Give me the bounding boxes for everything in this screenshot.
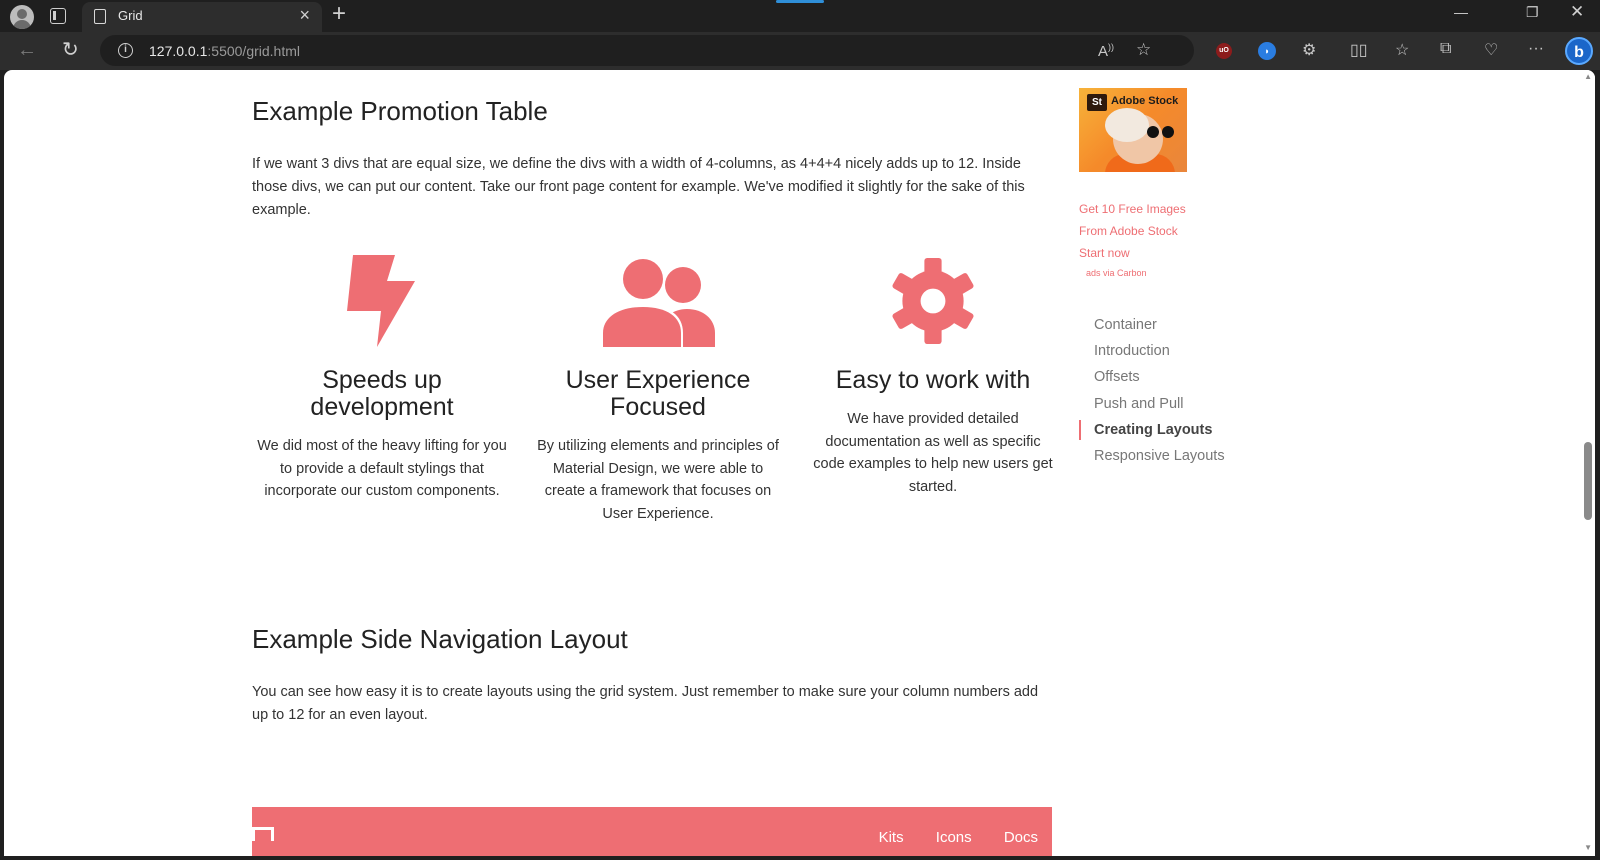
feature-title: Speeds up development [310, 366, 454, 421]
demo-navbar: Kits Icons Docs [252, 807, 1052, 856]
restore-icon[interactable]: ❐ [1526, 4, 1539, 21]
page-scrollbar[interactable]: ▲ ▼ [1581, 70, 1595, 856]
address-bar[interactable]: i 127.0.0.1:5500/grid.html A)) ☆ [100, 35, 1194, 66]
url-text[interactable]: 127.0.0.1:5500/grid.html [149, 43, 300, 59]
browser-tab[interactable]: Grid × [82, 2, 322, 32]
feature-card: Speeds up development We did most of the… [257, 253, 507, 503]
performance-icon[interactable]: ♡ [1484, 40, 1498, 60]
split-screen-icon[interactable]: ▯▯ [1350, 40, 1368, 60]
new-tab-icon[interactable]: + [332, 0, 346, 28]
page-icon [94, 9, 106, 24]
favorites-icon[interactable]: ☆ [1395, 40, 1409, 60]
group-icon [533, 253, 783, 349]
bolt-icon [257, 253, 507, 349]
profile-avatar-icon[interactable] [10, 5, 34, 29]
feature-text: We have provided detailed documentation … [813, 411, 1053, 495]
favorite-star-icon[interactable]: ☆ [1136, 40, 1151, 60]
scroll-down-arrow-icon[interactable]: ▼ [1584, 843, 1592, 852]
url-path: :5500/grid.html [207, 43, 300, 59]
ad-image-hair [1105, 108, 1149, 142]
feature-title: User Experience Focused [565, 366, 751, 421]
url-host: 127.0.0.1 [149, 43, 208, 59]
ad-via-link[interactable]: ads via Carbon [1086, 268, 1147, 278]
toc-item-push-and-pull[interactable]: Push and Pull [1079, 392, 1225, 418]
nav-link-icons[interactable]: Icons [936, 829, 972, 846]
promo-heading: Example Promotion Table [252, 96, 548, 126]
drag-indicator [776, 0, 824, 3]
close-window-icon[interactable]: ✕ [1570, 2, 1584, 22]
extension-icon[interactable]: ◗ [1258, 42, 1276, 60]
read-aloud-icon[interactable]: A)) [1098, 42, 1114, 60]
toc-item-container[interactable]: Container [1079, 313, 1225, 339]
toc-item-responsive-layouts[interactable]: Responsive Layouts [1079, 444, 1225, 470]
extensions-puzzle-icon[interactable]: ⚙ [1302, 40, 1316, 60]
back-icon[interactable]: ← [17, 39, 37, 62]
more-menu-icon[interactable]: ··· [1528, 40, 1544, 58]
tab-title: Grid [118, 8, 143, 23]
toc-item-creating-layouts[interactable]: Creating Layouts [1079, 418, 1225, 444]
minimize-icon[interactable]: — [1454, 4, 1468, 20]
settings-icon [808, 253, 1058, 349]
nav-link-docs[interactable]: Docs [1004, 829, 1038, 846]
bing-copilot-icon[interactable]: b [1565, 37, 1593, 65]
nav-link-kits[interactable]: Kits [879, 829, 904, 846]
page-viewport: Example Promotion Table If we want 3 div… [4, 70, 1595, 856]
site-info-icon[interactable]: i [118, 43, 133, 58]
toc-item-offsets[interactable]: Offsets [1079, 365, 1225, 391]
browser-window: Grid × + — ❐ ✕ ← ↻ i 127.0.0.1:5500/grid… [0, 0, 1600, 860]
demo-nav-links: Kits Icons Docs [851, 829, 1038, 846]
adobe-stock-logo: St [1087, 94, 1107, 111]
sidenav-heading: Example Side Navigation Layout [252, 624, 628, 654]
logo-icon[interactable] [252, 827, 274, 841]
ad-line: From Adobe Stock [1079, 224, 1178, 238]
promo-intro: If we want 3 divs that are equal size, w… [252, 156, 1025, 218]
tab-actions-icon[interactable] [50, 8, 66, 24]
sidenav-intro: You can see how easy it is to create lay… [252, 684, 1039, 723]
close-tab-icon[interactable]: × [299, 5, 310, 26]
address-toolbar: ← ↻ i 127.0.0.1:5500/grid.html A)) ☆ uO … [0, 32, 1600, 70]
ublock-extension-icon[interactable]: uO [1216, 43, 1232, 59]
feature-text: By utilizing elements and principles of … [537, 438, 779, 522]
feature-card: Easy to work with We have provided detai… [808, 253, 1058, 498]
toc-item-introduction[interactable]: Introduction [1079, 339, 1225, 365]
scroll-up-arrow-icon[interactable]: ▲ [1584, 72, 1592, 81]
ad-brand: Adobe Stock [1111, 95, 1179, 107]
collections-icon[interactable]: ⧉ [1440, 40, 1451, 58]
ad-image-glasses [1147, 126, 1175, 138]
ad-text-link[interactable]: Get 10 Free Images From Adobe Stock Star… [1079, 198, 1186, 264]
ad-line: Get 10 Free Images [1079, 202, 1186, 216]
feature-card: User Experience Focused By utilizing ele… [533, 253, 783, 525]
scrollbar-thumb[interactable] [1584, 442, 1592, 520]
reload-icon[interactable]: ↻ [62, 37, 79, 62]
feature-title: Easy to work with [835, 366, 1031, 394]
tab-strip: Grid × + — ❐ ✕ [0, 0, 1600, 32]
table-of-contents: Container Introduction Offsets Push and … [1079, 313, 1225, 470]
feature-text: We did most of the heavy lifting for you… [257, 438, 507, 499]
ad-image[interactable]: St Adobe Stock [1079, 88, 1187, 172]
ad-line: Start now [1079, 246, 1130, 260]
